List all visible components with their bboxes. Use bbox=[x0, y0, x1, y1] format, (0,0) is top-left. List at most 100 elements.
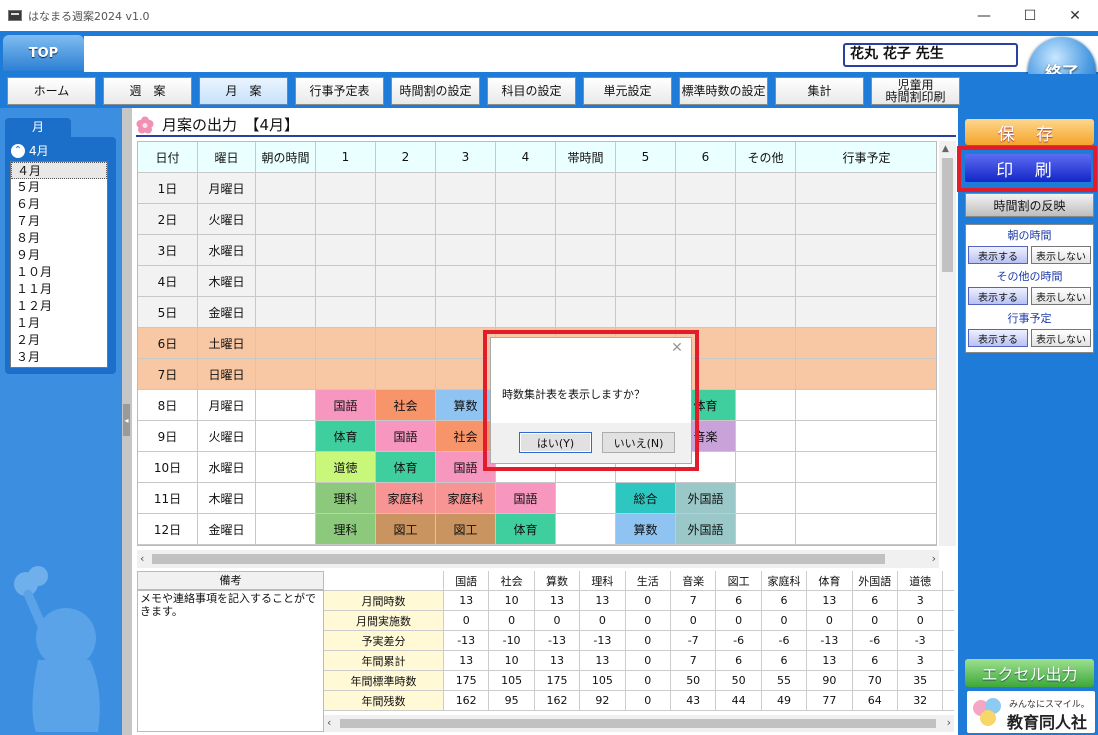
chevron-up-icon[interactable]: ⌃ bbox=[11, 143, 25, 158]
schedule-cell[interactable] bbox=[256, 390, 316, 420]
collapse-left-icon[interactable]: ◂ bbox=[123, 404, 130, 436]
schedule-cell[interactable] bbox=[496, 173, 556, 203]
nav-button[interactable]: 週 案 bbox=[103, 77, 192, 105]
schedule-cell[interactable] bbox=[796, 483, 936, 513]
stats-horizontal-thumb[interactable] bbox=[340, 719, 936, 728]
grid-horizontal-thumb[interactable] bbox=[152, 554, 885, 564]
schedule-cell[interactable] bbox=[736, 421, 796, 451]
schedule-cell[interactable] bbox=[796, 452, 936, 482]
schedule-cell[interactable] bbox=[436, 204, 496, 234]
schedule-cell[interactable] bbox=[796, 266, 936, 296]
schedule-cell[interactable]: 総合 bbox=[616, 483, 676, 513]
schedule-cell[interactable] bbox=[796, 235, 936, 265]
schedule-cell[interactable]: 国語 bbox=[316, 390, 376, 420]
schedule-cell[interactable]: 外国語 bbox=[676, 483, 736, 513]
other-hide-button[interactable]: 表示しない bbox=[1031, 287, 1091, 305]
scroll-left-icon[interactable]: ‹ bbox=[140, 552, 144, 565]
top-tab[interactable]: TOP bbox=[3, 35, 84, 71]
dialog-close-icon[interactable]: ✕ bbox=[670, 341, 684, 355]
morning-show-button[interactable]: 表示する bbox=[968, 246, 1028, 264]
nav-button[interactable]: 標準時数の設定 bbox=[679, 77, 768, 105]
dialog-yes-button[interactable]: はい(Y) bbox=[519, 432, 592, 453]
schedule-cell[interactable] bbox=[316, 359, 376, 389]
schedule-cell[interactable] bbox=[316, 297, 376, 327]
schedule-cell[interactable] bbox=[736, 483, 796, 513]
schedule-cell[interactable] bbox=[436, 173, 496, 203]
schedule-cell[interactable] bbox=[496, 266, 556, 296]
notes-field[interactable]: メモや連絡事項を記入することができます。 bbox=[137, 590, 324, 732]
nav-button[interactable]: 月 案 bbox=[199, 77, 288, 105]
schedule-cell[interactable] bbox=[676, 235, 736, 265]
schedule-cell[interactable] bbox=[556, 297, 616, 327]
schedule-cell[interactable] bbox=[736, 173, 796, 203]
other-show-button[interactable]: 表示する bbox=[968, 287, 1028, 305]
schedule-cell[interactable] bbox=[736, 328, 796, 358]
schedule-cell[interactable] bbox=[616, 173, 676, 203]
schedule-cell[interactable] bbox=[256, 173, 316, 203]
month-current-header[interactable]: ⌃ 4月 bbox=[11, 142, 107, 159]
schedule-cell[interactable] bbox=[256, 359, 316, 389]
schedule-cell[interactable] bbox=[616, 297, 676, 327]
month-item[interactable]: ６月 bbox=[11, 196, 107, 213]
month-list[interactable]: ４月 ５月 ６月 ７月 ８月 ９月 １０月 １１月 １２月 １月 ２月 ３月 bbox=[10, 161, 108, 368]
schedule-cell[interactable] bbox=[736, 266, 796, 296]
schedule-cell[interactable] bbox=[376, 328, 436, 358]
schedule-cell[interactable] bbox=[676, 266, 736, 296]
schedule-cell[interactable]: 外国語 bbox=[676, 514, 736, 544]
schedule-cell[interactable]: 家庭科 bbox=[376, 483, 436, 513]
schedule-cell[interactable] bbox=[256, 235, 316, 265]
scroll-right-icon[interactable]: › bbox=[932, 552, 936, 565]
schedule-cell[interactable] bbox=[496, 297, 556, 327]
maximize-button[interactable]: ☐ bbox=[1007, 0, 1053, 31]
schedule-cell[interactable] bbox=[676, 173, 736, 203]
schedule-cell[interactable]: 図工 bbox=[436, 514, 496, 544]
nav-button[interactable]: 単元設定 bbox=[583, 77, 672, 105]
schedule-cell[interactable] bbox=[256, 328, 316, 358]
schedule-cell[interactable]: 国語 bbox=[496, 483, 556, 513]
schedule-cell[interactable] bbox=[736, 452, 796, 482]
schedule-cell[interactable] bbox=[316, 328, 376, 358]
month-item[interactable]: ４月 bbox=[11, 162, 107, 179]
month-item[interactable]: １０月 bbox=[11, 264, 107, 281]
schedule-cell[interactable] bbox=[256, 483, 316, 513]
month-panel-tab[interactable]: 月 bbox=[5, 118, 71, 137]
print-button[interactable]: 印 刷 bbox=[965, 154, 1091, 182]
nav-button[interactable]: ホーム bbox=[7, 77, 96, 105]
schedule-cell[interactable] bbox=[436, 266, 496, 296]
schedule-cell[interactable] bbox=[316, 235, 376, 265]
close-window-button[interactable]: ✕ bbox=[1052, 0, 1098, 31]
month-item[interactable]: ８月 bbox=[11, 230, 107, 247]
month-item[interactable]: ７月 bbox=[11, 213, 107, 230]
schedule-cell[interactable] bbox=[256, 514, 316, 544]
month-item[interactable]: １１月 bbox=[11, 281, 107, 298]
month-item[interactable]: ５月 bbox=[11, 179, 107, 196]
schedule-cell[interactable] bbox=[256, 266, 316, 296]
schedule-cell[interactable]: 図工 bbox=[376, 514, 436, 544]
schedule-cell[interactable] bbox=[316, 266, 376, 296]
schedule-cell[interactable] bbox=[556, 204, 616, 234]
reflect-timetable-button[interactable]: 時間割の反映 bbox=[965, 193, 1094, 217]
save-button[interactable]: 保 存 bbox=[965, 119, 1094, 145]
schedule-cell[interactable]: 体育 bbox=[376, 452, 436, 482]
schedule-cell[interactable]: 道徳 bbox=[316, 452, 376, 482]
schedule-cell[interactable] bbox=[616, 204, 676, 234]
schedule-cell[interactable] bbox=[736, 297, 796, 327]
schedule-cell[interactable]: 体育 bbox=[316, 421, 376, 451]
month-item[interactable]: １月 bbox=[11, 315, 107, 332]
schedule-cell[interactable] bbox=[256, 421, 316, 451]
schedule-cell[interactable] bbox=[556, 266, 616, 296]
schedule-cell[interactable] bbox=[556, 483, 616, 513]
schedule-cell[interactable] bbox=[796, 173, 936, 203]
schedule-cell[interactable] bbox=[796, 390, 936, 420]
schedule-cell[interactable] bbox=[616, 235, 676, 265]
event-hide-button[interactable]: 表示しない bbox=[1031, 329, 1091, 347]
schedule-cell[interactable] bbox=[796, 204, 936, 234]
dialog-no-button[interactable]: いいえ(N) bbox=[602, 432, 675, 453]
schedule-cell[interactable] bbox=[676, 204, 736, 234]
nav-button[interactable]: 行事予定表 bbox=[295, 77, 384, 105]
scroll-up-icon[interactable]: ▲ bbox=[942, 144, 949, 154]
minimize-button[interactable]: — bbox=[961, 0, 1007, 31]
nav-button[interactable]: 時間割の設定 bbox=[391, 77, 480, 105]
schedule-cell[interactable]: 理科 bbox=[316, 514, 376, 544]
nav-button[interactable]: 児童用 時間割印刷 bbox=[871, 77, 960, 105]
